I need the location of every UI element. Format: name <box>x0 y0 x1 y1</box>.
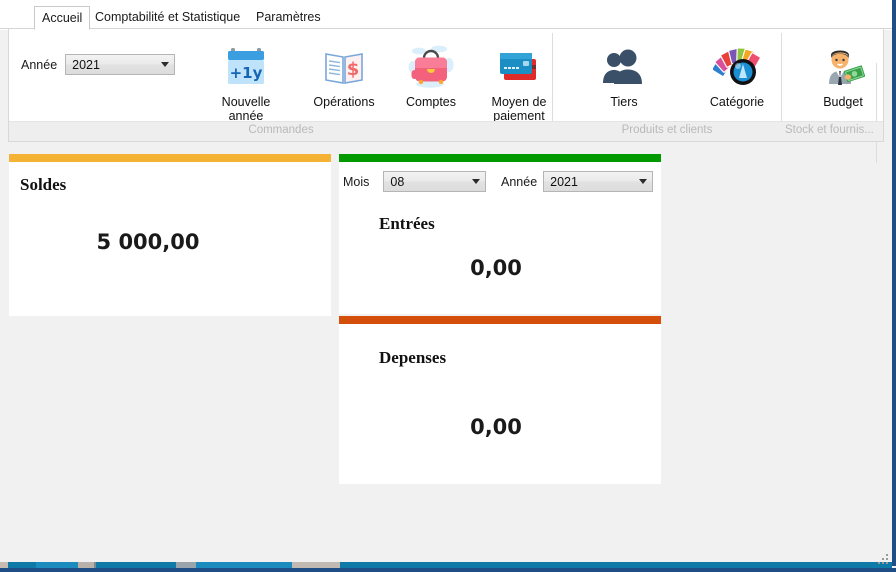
calendar-plus-1y-icon: +1y <box>203 41 289 93</box>
ribbon-button-nouvelle-annee[interactable]: +1y Nouvelle année <box>203 41 289 123</box>
ribbon-tabstrip: Accueil Comptabilité et Statistique Para… <box>0 0 892 30</box>
credit-cards-icon <box>476 41 562 93</box>
tab-accueil[interactable]: Accueil <box>34 6 91 30</box>
entrees-year-field: Année 2021 <box>501 171 654 192</box>
window-border-right <box>892 0 896 566</box>
card-soldes-accent-bar <box>9 154 331 162</box>
entrees-year-value: 2021 <box>550 174 578 189</box>
ribbon-button-operations-label: Opérations <box>313 95 375 109</box>
card-soldes-title: Soldes <box>20 175 67 194</box>
chevron-down-icon[interactable] <box>156 55 174 74</box>
ribbon-button-categorie-label: Catégorie <box>709 95 765 109</box>
ribbon-button-tiers-label: Tiers <box>610 95 638 109</box>
window-border-bottom <box>0 568 896 572</box>
ribbon-group-label-produits-et-clients: Produits et clients <box>621 124 713 136</box>
ribbon-button-nouvelle-annee-label: Nouvelle année <box>221 95 271 123</box>
entrees-year-label: Année <box>501 174 538 189</box>
card-entrees-title: Entrées <box>379 214 435 233</box>
ribbon-button-tiers[interactable]: Tiers <box>581 41 667 109</box>
application-window: Accueil Comptabilité et Statistique Para… <box>0 0 896 572</box>
ribbon-body: Année 2021 +1y Nouvelle année $ Opératio… <box>9 29 886 163</box>
card-depenses-title: Depenses <box>379 348 447 367</box>
ribbon-year-label: Année <box>21 57 58 72</box>
card-depenses-amount: 0,00 <box>470 415 522 439</box>
ribbon-year-field: Année 2021 <box>21 54 176 75</box>
chevron-down-icon[interactable] <box>634 172 652 191</box>
card-entrees-amount: 0,00 <box>470 256 522 280</box>
card-entrees: Mois 08 Année 2021 Entrées 0,00 <box>339 154 661 314</box>
ribbon-group-label-commandes: Commandes <box>248 124 314 136</box>
ribbon-year-value: 2021 <box>72 57 100 72</box>
ledger-dollar-icon: $ <box>301 41 387 93</box>
entrees-month-value: 08 <box>390 174 405 189</box>
ribbon-group-label-stock-et-fournisseurs: Stock et fournis... <box>785 124 874 136</box>
color-fan-lens-icon <box>694 41 780 93</box>
card-soldes: Soldes 5 000,00 <box>9 154 331 316</box>
tab-comptabilite-et-statistique[interactable]: Comptabilité et Statistique <box>88 7 247 29</box>
card-depenses: Depenses 0,00 <box>339 316 661 484</box>
window-resize-grip[interactable] <box>875 551 888 564</box>
chevron-down-icon[interactable] <box>467 172 485 191</box>
tab-parametres[interactable]: Paramètres <box>249 7 328 29</box>
ribbon-group-footer: Commandes Produits et clients Stock et f… <box>9 121 883 141</box>
people-icon <box>581 41 667 93</box>
ribbon-year-combobox[interactable]: 2021 <box>65 54 176 75</box>
card-depenses-accent-bar <box>339 316 661 324</box>
ribbon-button-budget-label: Budget <box>823 95 863 109</box>
svg-text:$: $ <box>347 59 360 80</box>
ribbon-button-moyen-de-paiement-label: Moyen de paiement <box>491 95 547 123</box>
ribbon-button-comptes-label: Comptes <box>405 95 457 109</box>
entrees-month-combobox[interactable]: 08 <box>383 171 487 192</box>
card-soldes-amount: 5 000,00 <box>96 230 200 254</box>
briefcase-icon <box>388 41 474 93</box>
card-entrees-accent-bar <box>339 154 661 162</box>
ribbon-button-operations[interactable]: $ Opérations <box>301 41 387 109</box>
entrees-month-field: Mois 08 <box>343 171 487 192</box>
ribbon-button-categorie[interactable]: Catégorie <box>694 41 780 109</box>
ribbon-right-divider <box>876 63 877 163</box>
ribbon: Année 2021 +1y Nouvelle année $ Opératio… <box>8 29 886 163</box>
ribbon-button-budget[interactable]: Budget <box>800 41 886 109</box>
entrees-month-label: Mois <box>343 174 370 189</box>
svg-text:+1y: +1y <box>230 64 263 82</box>
ribbon-button-moyen-de-paiement[interactable]: Moyen de paiement <box>476 41 562 123</box>
ribbon-button-comptes[interactable]: Comptes <box>388 41 474 109</box>
entrees-year-combobox[interactable]: 2021 <box>543 171 654 192</box>
businessman-money-icon <box>800 41 886 93</box>
